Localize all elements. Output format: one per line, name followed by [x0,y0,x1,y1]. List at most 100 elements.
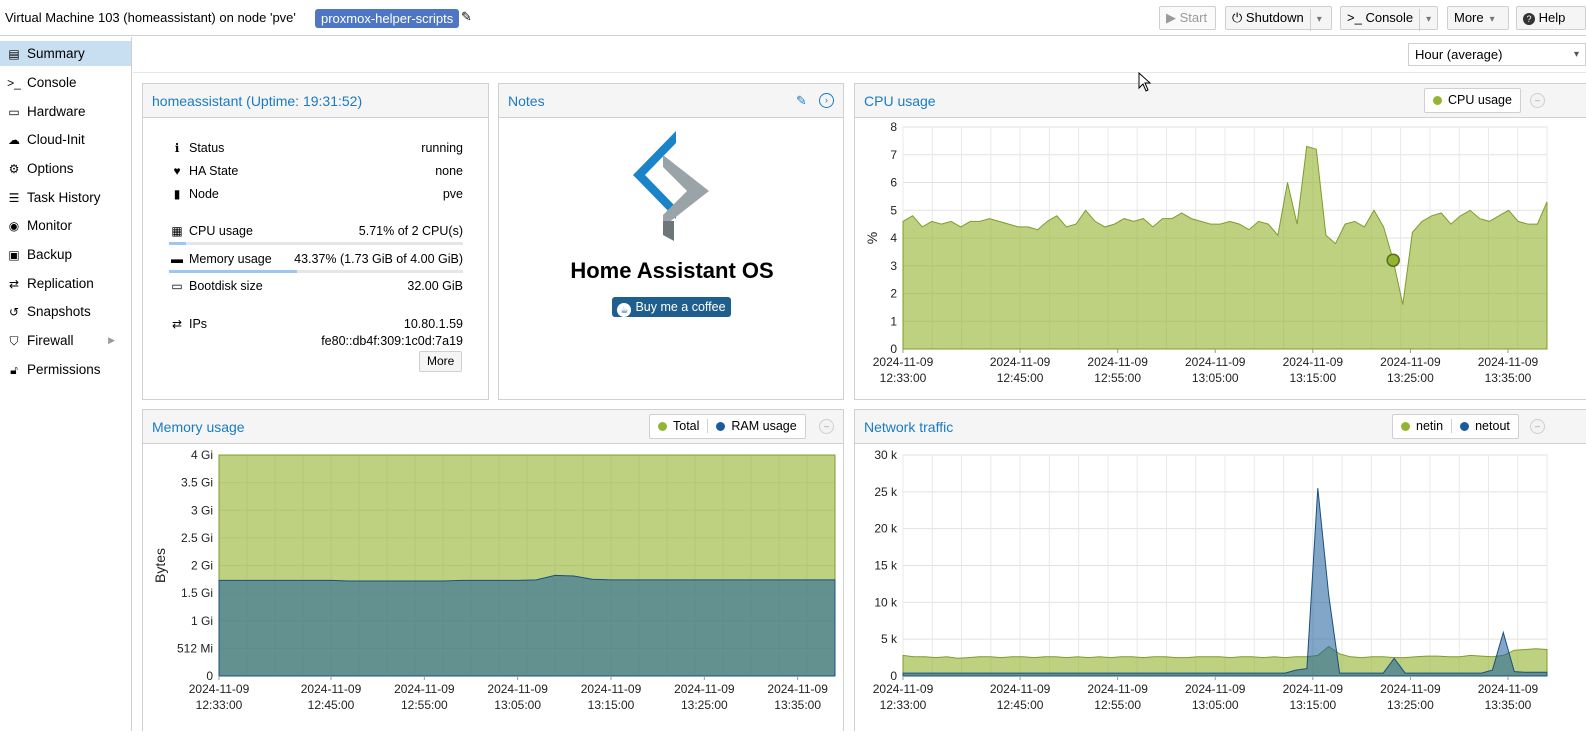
x-tick-label: 13:05:00 [1192,698,1239,712]
console-button[interactable]: >_ Console ▾ [1340,6,1438,31]
edit-icon[interactable]: ✎ [796,93,807,109]
x-tick-label: 2024-11-09 [873,682,934,696]
status-body: ℹ Status running ♥ HA State none ▮ Node pve… [143,118,488,399]
x-tick-label: 2024-11-09 [1478,355,1539,369]
x-tick-label: 13:25:00 [1387,698,1434,712]
sidebar-item-label: Console [27,75,77,90]
sidebar-item-backup[interactable]: ▣ Backup [0,242,131,267]
question-icon: ? [1523,13,1535,25]
x-tick-label: 2024-11-09 [990,682,1051,696]
sidebar-item-console[interactable]: >_ Console [0,70,131,95]
status-panel: homeassistant (Uptime: 19:31:52) ℹ Status… [142,83,489,400]
chevron-right-icon[interactable]: › [819,93,834,108]
sidebar-item-hardware[interactable]: ▭ Hardware [0,99,131,124]
y-tick-label: 5 [890,203,897,217]
memory-legend[interactable]: Total RAM usage [649,414,806,439]
memory-row: ▬ Memory usage 43.37% (1.73 GiB of 4.00 G… [169,252,463,270]
book-icon: ▤ [8,47,20,61]
x-tick-label: 12:55:00 [401,698,448,712]
panel-header: Notes ✎ › [499,84,843,118]
legend-dot [716,422,726,431]
y-tick-label: 2.5 Gi [181,531,213,545]
sidebar-item-replication[interactable]: ⇄ Replication [0,271,131,296]
cpu-row: ▦ CPU usage 5.71% of 2 CPU(s) [169,224,463,242]
sidebar-item-label: Options [27,161,74,176]
x-tick-label: 2024-11-09 [1380,682,1441,696]
ipv6-value: fe80::db4f:309:1c0d:7a19 [321,334,463,348]
legend-item-netin[interactable]: netin [1401,419,1443,433]
y-tick-label: 1 Gi [191,614,213,628]
building-icon: ▮ [173,187,181,201]
help-label: Help [1538,10,1566,25]
sidebar-item-label: Hardware [27,104,86,119]
legend-dot [1433,96,1442,105]
cpu-chart-title: CPU usage [864,93,936,109]
more-button[interactable]: More ▾ [1447,6,1509,30]
status-value: running [421,141,463,155]
network-legend[interactable]: netin netout [1392,414,1519,439]
x-tick-label: 2024-11-09 [990,355,1051,369]
sidebar-item-label: Replication [27,276,94,291]
memory-label: Memory usage [189,252,272,266]
timeframe-select[interactable]: Hour (average) ▾ [1408,43,1586,66]
cpu-icon: ▦ [171,224,183,238]
memory-icon: ▬ [171,252,183,266]
history-icon: ↺ [8,305,20,319]
ips-more-button[interactable]: More [419,351,463,372]
x-tick-label: 2024-11-09 [487,682,548,696]
sidebar-item-permissions[interactable]: 🔓︎ Permissions [0,357,131,382]
y-axis-label: Bytes [152,548,168,583]
bootdisk-value: 32.00 GiB [407,279,463,293]
sidebar-item-options[interactable]: ⚙ Options [0,156,131,181]
help-button[interactable]: ? Help [1516,6,1586,30]
sidebar-item-label: Task History [27,190,101,205]
sidebar-item-label: Summary [27,46,85,61]
chevron-down-icon[interactable]: ▾ [1309,9,1322,31]
console-label: Console [1365,10,1414,25]
x-tick-label: 13:05:00 [1192,371,1239,385]
floppy-icon: ▣ [8,248,20,262]
legend-item-cpu[interactable]: CPU usage [1433,93,1512,107]
legend-item-ram-usage[interactable]: RAM usage [707,419,797,433]
network-panel: Network traffic netin netout – 0 5 k 10 k 15… [854,409,1586,731]
sidebar-item-task-history[interactable]: ☰ Task History [0,185,131,210]
y-tick-label: 5 k [881,632,898,646]
sidebar-item-snapshots[interactable]: ↺ Snapshots [0,299,131,324]
chevron-down-icon: ▾ [1489,14,1495,25]
power-icon: ⏻ [1232,10,1243,25]
x-tick-label: 12:55:00 [1094,371,1141,385]
mouse-cursor-icon [1138,72,1152,92]
shutdown-button[interactable]: ⏻ Shutdown ▾ [1225,6,1332,31]
minus-circle-icon[interactable]: – [819,419,834,434]
x-tick-label: 12:55:00 [1094,698,1141,712]
sidebar-item-summary[interactable]: ▤ Summary [0,41,131,66]
status-label: Status [189,141,225,155]
minus-circle-icon[interactable]: – [1530,419,1545,434]
sidebar-item-monitor[interactable]: ◉ Monitor [0,213,131,238]
tag-badge[interactable]: proxmox-helper-scripts [315,9,460,28]
y-tick-label: 4 [890,231,897,245]
legend-item-netout[interactable]: netout [1451,419,1510,433]
legend-item-total[interactable]: Total [658,419,699,433]
sidebar-item-label: Cloud-Init [27,132,85,147]
legend-dot [1460,422,1470,431]
sidebar-item-firewall[interactable]: ⛉ Firewall ▶ [0,328,131,353]
memory-progress-bar [169,270,463,273]
start-button[interactable]: ▶ Start [1159,6,1216,30]
sidebar-item-label: Permissions [27,362,101,377]
chevron-down-icon[interactable]: ▾ [1419,9,1431,31]
buy-me-a-coffee-button[interactable]: ☕ Buy me a coffee [612,297,731,317]
chevron-right-icon: ▶ [108,335,115,345]
legend-label: CPU usage [1448,93,1512,107]
sidebar-item-cloud-init[interactable]: ☁ Cloud-Init [0,127,131,152]
sidebar-item-label: Backup [27,247,73,262]
minus-circle-icon[interactable]: – [1530,93,1545,108]
pencil-icon[interactable]: ✎ [461,9,472,25]
exchange-icon: ⇄ [171,317,183,331]
notes-panel: Notes ✎ › Home Assistant OS ☕ Buy me a co… [498,83,844,400]
terminal-icon: >_ [7,76,21,90]
x-tick-label: 13:15:00 [1289,371,1336,385]
cpu-legend[interactable]: CPU usage [1424,88,1521,113]
play-icon: ▶ [1166,10,1176,25]
y-tick-label: 8 [890,120,897,134]
